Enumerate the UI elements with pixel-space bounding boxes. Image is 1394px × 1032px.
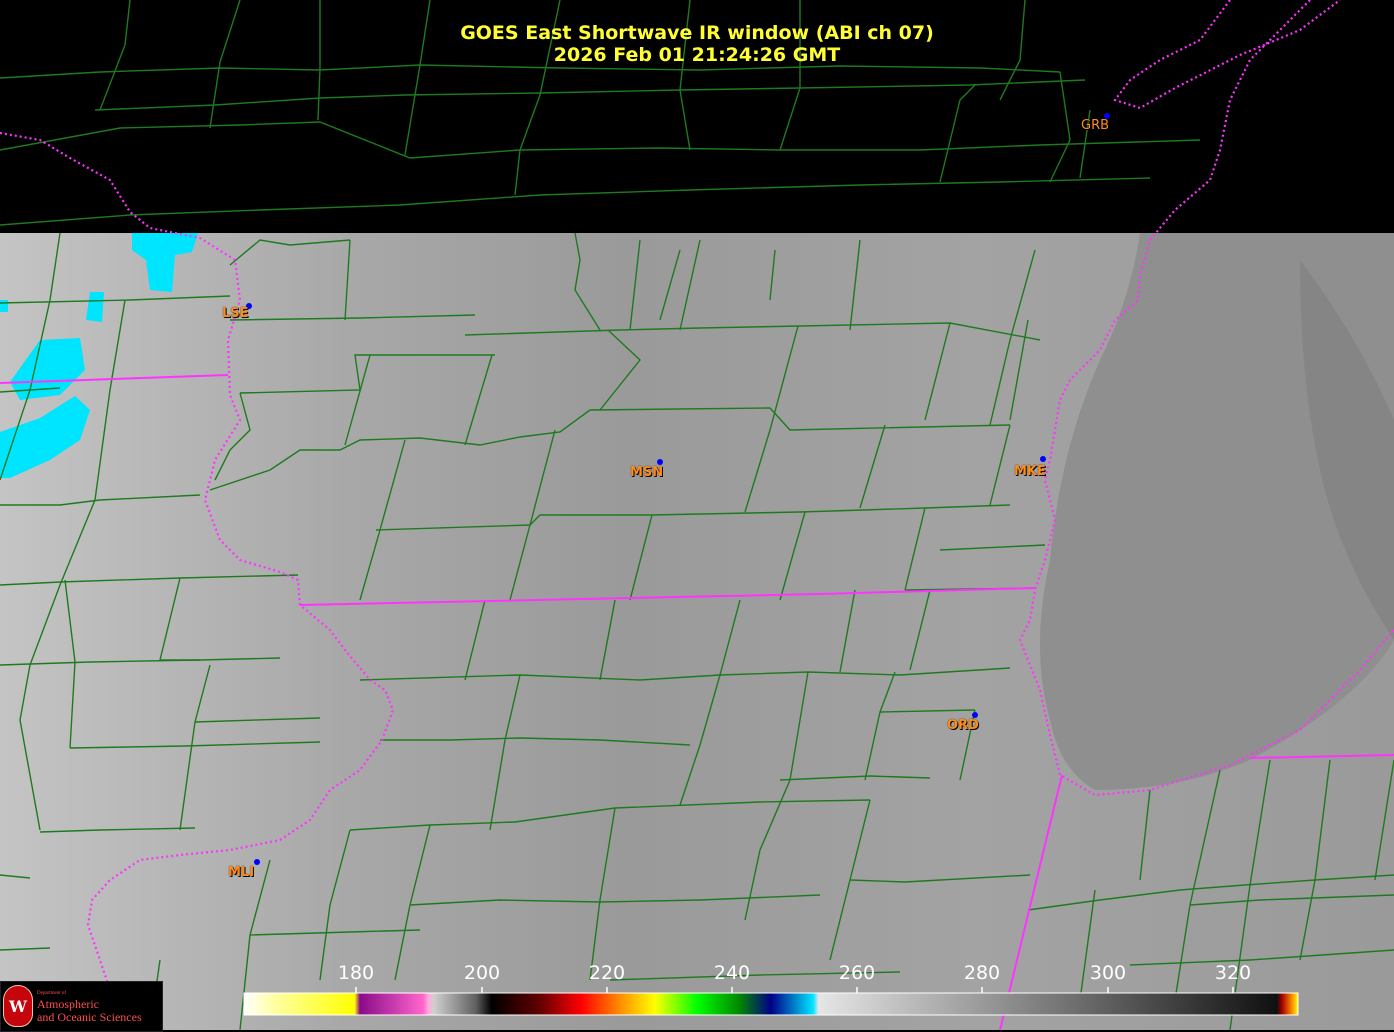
university-seal-icon: W [3, 985, 33, 1027]
station-label-lse: LSE [222, 306, 249, 321]
station-label-ord: ORD [947, 718, 979, 733]
satellite-map [0, 0, 1394, 1030]
colorbar-tick-label: 260 [838, 962, 876, 984]
logo-dept-text: Department of [37, 991, 67, 996]
station-label-mli: MLI [228, 865, 255, 880]
station-label-msn: MSN [630, 465, 664, 480]
colorbar-tick-label: 320 [1214, 962, 1252, 984]
station-marker-mli [254, 859, 260, 865]
colorbar-tick-label: 240 [713, 962, 751, 984]
colorbar-tick-label: 180 [337, 962, 375, 984]
station-marker-mke [1040, 456, 1046, 462]
colorbar-tick-label: 300 [1089, 962, 1127, 984]
station-label-grb: GRB [1081, 118, 1110, 133]
colorbar-tick-label: 280 [963, 962, 1001, 984]
colorbar-tick-label: 200 [463, 962, 501, 984]
station-label-mke: MKE [1014, 464, 1046, 479]
department-logo: W Department of Atmospheric and Oceanic … [0, 981, 163, 1032]
colorbar-tick-label: 220 [588, 962, 626, 984]
map-title: GOES East Shortwave IR window (ABI ch 07… [460, 22, 934, 44]
logo-line-2: and Oceanic Sciences [37, 1010, 142, 1024]
map-timestamp: 2026 Feb 01 21:24:26 GMT [553, 44, 841, 66]
colorbar [243, 992, 1299, 1016]
